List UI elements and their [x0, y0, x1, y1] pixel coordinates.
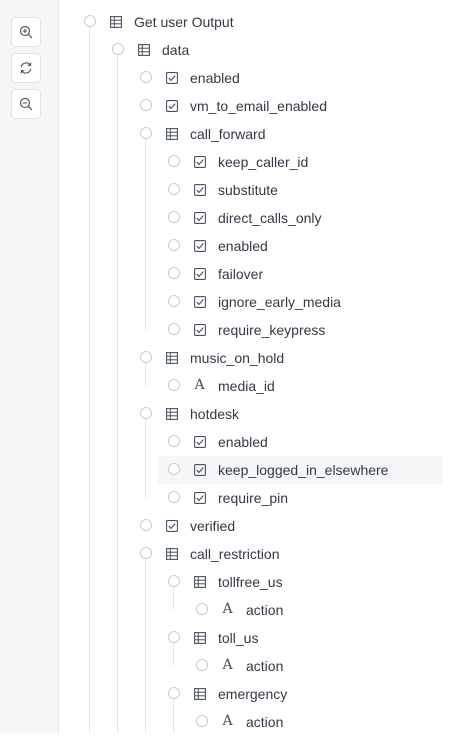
tree-guide-line [173, 700, 174, 733]
select-radio[interactable] [196, 603, 208, 615]
tree-node[interactable]: keep_logged_in_elsewhere [158, 456, 443, 484]
tree-guide-line [173, 588, 174, 610]
checkbox-icon [193, 267, 206, 280]
select-radio[interactable] [196, 659, 208, 671]
select-radio[interactable] [140, 71, 152, 83]
tree-guide-line [145, 364, 146, 386]
checkbox-icon [193, 211, 206, 224]
tree-guide-line [173, 644, 174, 666]
checkbox-icon [193, 491, 206, 504]
table-icon [109, 15, 122, 28]
table-icon [193, 631, 206, 644]
select-radio[interactable] [168, 631, 180, 643]
checkbox-icon [165, 71, 178, 84]
select-radio[interactable] [168, 183, 180, 195]
tree-node-label: emergency [218, 686, 288, 702]
select-radio[interactable] [140, 547, 152, 559]
tree-node-label: enabled [218, 434, 268, 450]
table-icon [165, 127, 178, 140]
text-type-icon: A [222, 601, 233, 617]
select-radio[interactable] [168, 575, 180, 587]
tree-node-label: vm_to_email_enabled [190, 98, 327, 114]
tree-node-label: hotdesk [190, 406, 240, 422]
select-radio[interactable] [140, 519, 152, 531]
checkbox-icon [193, 435, 206, 448]
select-radio[interactable] [168, 239, 180, 251]
select-radio[interactable] [140, 407, 152, 419]
tree-guide-line [145, 560, 146, 733]
text-type-icon: A [222, 657, 233, 673]
tree-node-label: keep_logged_in_elsewhere [218, 462, 389, 478]
select-radio[interactable] [168, 323, 180, 335]
checkbox-icon [193, 239, 206, 252]
text-type-icon: A [222, 713, 233, 729]
checkbox-icon [193, 323, 206, 336]
tree-node-label: action [246, 602, 284, 618]
tree-node-label: action [246, 714, 284, 730]
table-icon [193, 687, 206, 700]
tree-node-label: enabled [190, 70, 240, 86]
tree-node-label: enabled [218, 238, 268, 254]
table-icon [137, 43, 150, 56]
checkbox-icon [193, 155, 206, 168]
select-radio[interactable] [84, 15, 96, 27]
tree-guide-line [145, 140, 146, 330]
tree-node-label: require_pin [218, 490, 289, 506]
tree-node-label: verified [190, 518, 236, 534]
select-radio[interactable] [168, 687, 180, 699]
select-radio[interactable] [140, 127, 152, 139]
select-radio[interactable] [168, 435, 180, 447]
table-icon [165, 547, 178, 560]
select-radio[interactable] [168, 267, 180, 279]
select-radio[interactable] [168, 463, 180, 475]
select-radio[interactable] [168, 155, 180, 167]
tree-node-label: music_on_hold [190, 350, 285, 366]
tree-node-label: direct_calls_only [218, 210, 322, 226]
tree-guide-line [89, 28, 90, 733]
output-tree: Get user Output data enabled vm_to_email_en… [0, 0, 455, 733]
checkbox-icon [165, 519, 178, 532]
checkbox-icon [193, 463, 206, 476]
tree-node-label: substitute [218, 182, 278, 198]
tree-node-label: tollfree_us [218, 574, 283, 590]
table-icon [165, 351, 178, 364]
select-radio[interactable] [168, 295, 180, 307]
tree-node-label: ignore_early_media [218, 294, 341, 310]
select-radio[interactable] [196, 715, 208, 727]
table-icon [193, 575, 206, 588]
tree-guide-line [117, 56, 118, 733]
tree-node-label: toll_us [218, 630, 259, 646]
tree-node-label: require_keypress [218, 322, 326, 338]
tree-node-label: call_restriction [190, 546, 280, 562]
checkbox-icon [193, 183, 206, 196]
tree-node-label: action [246, 658, 284, 674]
select-radio[interactable] [112, 43, 124, 55]
select-radio[interactable] [140, 99, 152, 111]
select-radio[interactable] [168, 379, 180, 391]
text-type-icon: A [194, 377, 205, 393]
select-radio[interactable] [168, 491, 180, 503]
table-icon [165, 407, 178, 420]
tree-guide-line [145, 420, 146, 498]
tree-node-label: data [162, 42, 190, 58]
tree-node-label: media_id [218, 378, 275, 394]
checkbox-icon [193, 295, 206, 308]
checkbox-icon [165, 99, 178, 112]
tree-node-label: keep_caller_id [218, 154, 309, 170]
tree-node-label: call_forward [190, 126, 266, 142]
select-radio[interactable] [140, 351, 152, 363]
tree-node-label: Get user Output [134, 14, 234, 30]
select-radio[interactable] [168, 211, 180, 223]
tree-node-label: failover [218, 266, 264, 282]
